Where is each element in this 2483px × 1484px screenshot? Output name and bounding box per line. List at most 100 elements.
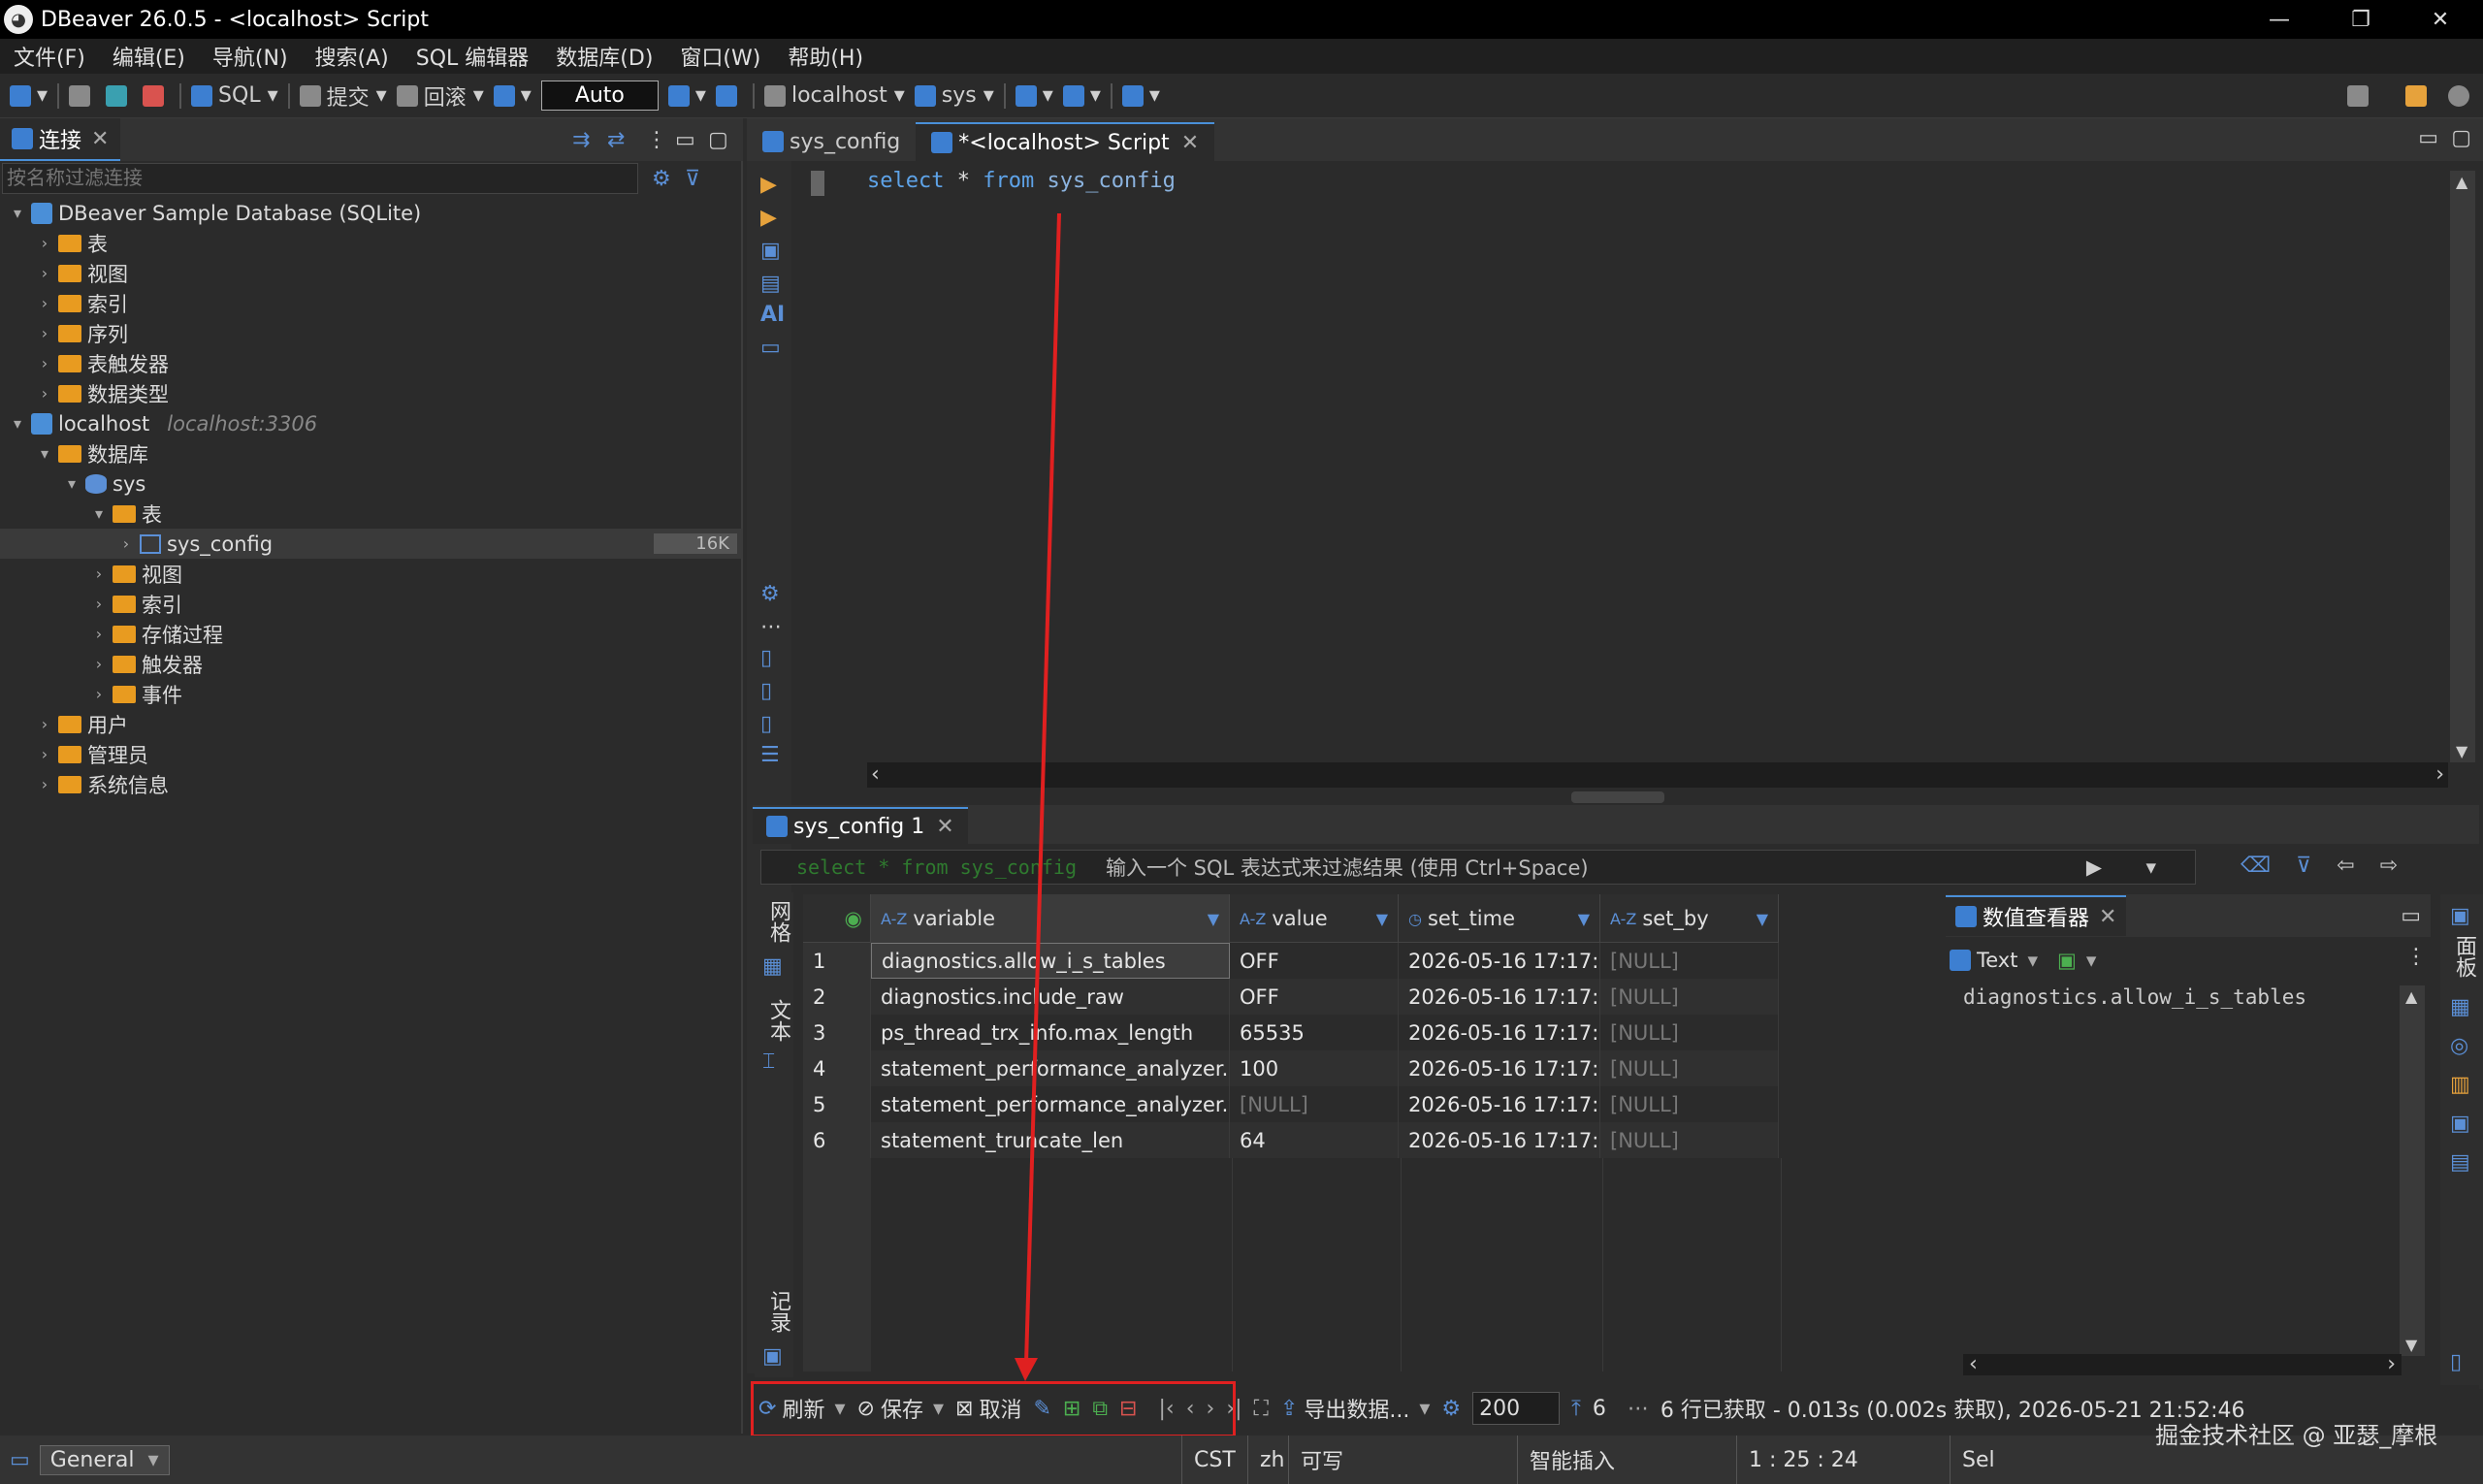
- cell-value[interactable]: 100: [1230, 1050, 1399, 1086]
- chevron-right-icon[interactable]: ›: [35, 384, 54, 403]
- chevron-down-icon[interactable]: ▾: [2086, 949, 2097, 972]
- menu-navigate[interactable]: 导航(N): [212, 41, 288, 72]
- tree-node[interactable]: › sys_config 16K: [0, 529, 743, 559]
- tree-node[interactable]: ▾ DBeaver Sample Database (SQLite): [0, 198, 743, 228]
- table-row[interactable]: 2 diagnostics.include_raw OFF 2026-05-16 17…: [803, 979, 1779, 1015]
- close-icon[interactable]: ✕: [2099, 905, 2116, 929]
- grouping-icon[interactable]: ▤: [2450, 1150, 2470, 1175]
- cell-set-time[interactable]: 2026-05-16 17:17:08: [1399, 1086, 1600, 1122]
- cell-set-by[interactable]: [NULL]: [1600, 943, 1779, 979]
- menu-database[interactable]: 数据库(D): [556, 41, 653, 72]
- chevron-down-icon[interactable]: ▾: [35, 444, 54, 463]
- value-panel-icon[interactable]: ▣: [2450, 1112, 2470, 1136]
- tree-node[interactable]: › 索引: [0, 288, 743, 318]
- scroll-right-icon[interactable]: ›: [2435, 762, 2444, 787]
- close-icon[interactable]: ✕: [91, 127, 109, 151]
- link-editor-icon[interactable]: ⇄: [607, 128, 625, 152]
- cell-set-by[interactable]: [NULL]: [1600, 1050, 1779, 1086]
- cell-variable[interactable]: statement_performance_analyzer.limit: [871, 1050, 1230, 1086]
- save-script-icon[interactable]: ▯: [760, 679, 780, 703]
- results-filter-bar[interactable]: select * from sys_config 输入一个 SQL 表达式来过滤…: [760, 850, 2196, 885]
- chevron-down-icon[interactable]: ▾: [2027, 949, 2038, 972]
- cell-variable[interactable]: diagnostics.include_raw: [871, 979, 1230, 1015]
- metadata-icon[interactable]: ▦: [2450, 995, 2470, 1019]
- tree-node[interactable]: › 视图: [0, 559, 743, 589]
- tab-sys-config[interactable]: sys_config: [747, 122, 916, 161]
- column-header-set-time[interactable]: ◷ set_time ▼: [1399, 894, 1600, 943]
- tree-node[interactable]: › 序列: [0, 318, 743, 348]
- apply-filter-icon[interactable]: ▶: [2086, 855, 2102, 879]
- scroll-left-icon[interactable]: ‹: [1969, 1352, 1978, 1376]
- chevron-right-icon[interactable]: ›: [35, 234, 54, 252]
- close-icon[interactable]: ✕: [936, 815, 953, 839]
- value-viewer-hscroll[interactable]: ‹ ›: [1963, 1352, 2402, 1376]
- cell-value[interactable]: 65535: [1230, 1015, 1399, 1050]
- tab-value-viewer[interactable]: 数值查看器 ✕: [1946, 895, 2127, 936]
- tree-node[interactable]: › 表触发器: [0, 348, 743, 378]
- grid-view-icon[interactable]: ▦: [762, 954, 783, 979]
- value-viewer-content[interactable]: diagnostics.allow_i_s_tables: [1963, 985, 2306, 1009]
- table-row[interactable]: 6 statement_truncate_len 64 2026-05-16 17:1…: [803, 1122, 1779, 1158]
- table-row[interactable]: 1 diagnostics.allow_i_s_tables OFF 2026-05-…: [803, 943, 1779, 979]
- text-view-icon[interactable]: ⌶: [762, 1049, 775, 1074]
- chevron-right-icon[interactable]: ›: [35, 324, 54, 342]
- filter-icon[interactable]: ⊽: [685, 167, 700, 191]
- menu-help[interactable]: 帮助(H): [788, 41, 863, 72]
- restore-button[interactable]: ❐: [2322, 0, 2400, 39]
- more-icon[interactable]: ⋯: [1628, 1397, 1649, 1421]
- chevron-down-icon[interactable]: ▾: [62, 474, 81, 493]
- results-settings-icon[interactable]: ⚙: [1441, 1397, 1461, 1421]
- chevron-down-icon[interactable]: ▼: [1376, 910, 1388, 928]
- chevron-right-icon[interactable]: ›: [89, 655, 109, 673]
- load-script-icon[interactable]: ▯: [760, 646, 780, 670]
- tree-node[interactable]: › 管理员: [0, 739, 743, 769]
- tree-node[interactable]: › 事件: [0, 679, 743, 709]
- close-button[interactable]: ✕: [2402, 0, 2479, 39]
- connect-button[interactable]: [69, 84, 96, 107]
- dashboard-button[interactable]: ▾: [1015, 83, 1053, 108]
- tab-connections[interactable]: 连接 ✕: [0, 118, 121, 161]
- global-search-button[interactable]: [2347, 84, 2374, 107]
- chevron-down-icon[interactable]: ▾: [89, 504, 109, 523]
- execute-script-icon[interactable]: ▶: [760, 206, 780, 230]
- back-icon[interactable]: ⇦: [2337, 854, 2354, 878]
- tree-node[interactable]: › 触发器: [0, 649, 743, 679]
- chevron-down-icon[interactable]: ▼: [1578, 910, 1590, 928]
- rollback-button[interactable]: 回滚 ▾: [396, 81, 484, 112]
- cell-set-by[interactable]: [NULL]: [1600, 1122, 1779, 1158]
- chevron-down-icon[interactable]: ▼: [1208, 910, 1219, 928]
- cell-set-by[interactable]: [NULL]: [1600, 1015, 1779, 1050]
- tree-node[interactable]: › 表: [0, 228, 743, 258]
- cell-set-time[interactable]: 2026-05-16 17:17:08: [1399, 943, 1600, 979]
- scroll-left-icon[interactable]: ‹: [871, 762, 880, 787]
- row-number[interactable]: 4: [803, 1050, 871, 1086]
- menu-file[interactable]: 文件(F): [14, 41, 85, 72]
- chevron-right-icon[interactable]: ›: [35, 715, 54, 733]
- explain-plan-icon[interactable]: ▤: [760, 272, 781, 296]
- row-number[interactable]: 2: [803, 979, 871, 1015]
- cell-set-time[interactable]: 2026-05-16 17:17:08: [1399, 1050, 1600, 1086]
- sql-code-line[interactable]: select * from sys_config: [867, 169, 1176, 193]
- row-number[interactable]: 3: [803, 1015, 871, 1050]
- menu-window[interactable]: 窗口(W): [680, 41, 760, 72]
- record-view-icon[interactable]: ▣: [762, 1344, 783, 1369]
- active-schema-selector[interactable]: sys ▾: [914, 83, 994, 108]
- history-button[interactable]: ▾: [667, 83, 706, 108]
- panels-icon[interactable]: ▣: [2450, 904, 2470, 928]
- chevron-down-icon[interactable]: ▼: [1757, 910, 1768, 928]
- chevron-right-icon[interactable]: ›: [89, 595, 109, 613]
- tree-node[interactable]: › 视图: [0, 258, 743, 288]
- execute-statement-icon[interactable]: ▶: [760, 173, 780, 197]
- cell-variable[interactable]: diagnostics.allow_i_s_tables: [871, 943, 1230, 979]
- info-icon[interactable]: ◎: [2450, 1034, 2468, 1058]
- editor-horizontal-scrollbar[interactable]: ‹ ›: [867, 762, 2448, 788]
- export-data-button[interactable]: ⇪ 导出数据... ▾: [1280, 1393, 1430, 1424]
- row-number[interactable]: 6: [803, 1122, 871, 1158]
- maximize-panel-icon[interactable]: ▢: [708, 128, 728, 152]
- scroll-down-icon[interactable]: ▼: [2456, 742, 2467, 760]
- perspective-selector[interactable]: General ▾: [39, 1444, 170, 1475]
- cell-value[interactable]: OFF: [1230, 943, 1399, 979]
- tree-node[interactable]: ▾ 表: [0, 499, 743, 529]
- clear-filter-icon[interactable]: ⌫: [2241, 854, 2271, 878]
- side-tab-grid[interactable]: 网格: [762, 900, 793, 943]
